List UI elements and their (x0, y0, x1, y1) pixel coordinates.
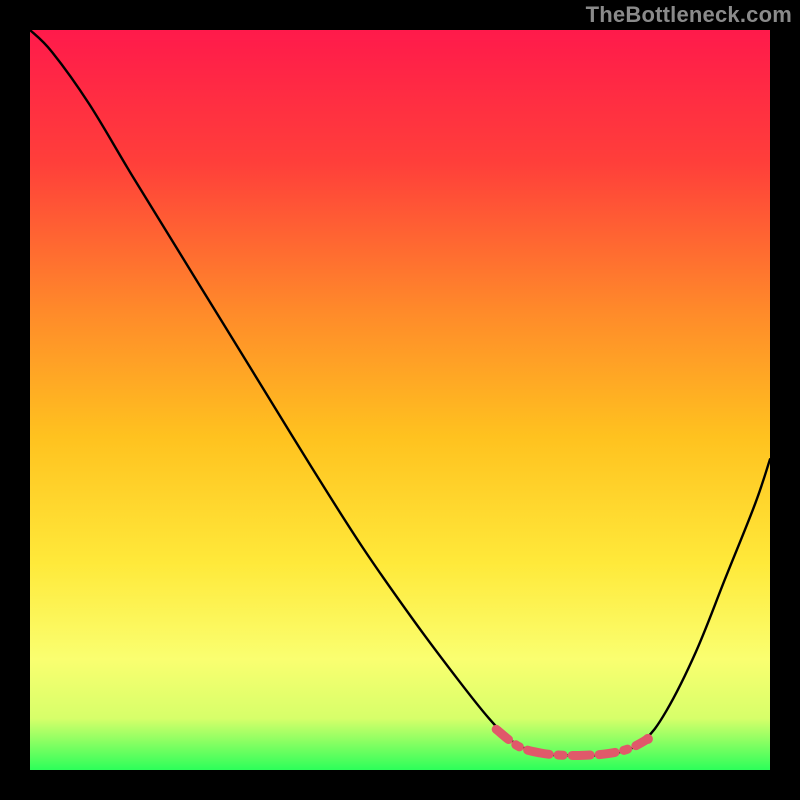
bottleneck-chart (30, 30, 770, 770)
watermark-text: TheBottleneck.com (586, 2, 792, 28)
plot-area (30, 30, 770, 770)
valley-highlight-end-dot (643, 734, 653, 744)
chart-frame: TheBottleneck.com (0, 0, 800, 800)
gradient-background (30, 30, 770, 770)
